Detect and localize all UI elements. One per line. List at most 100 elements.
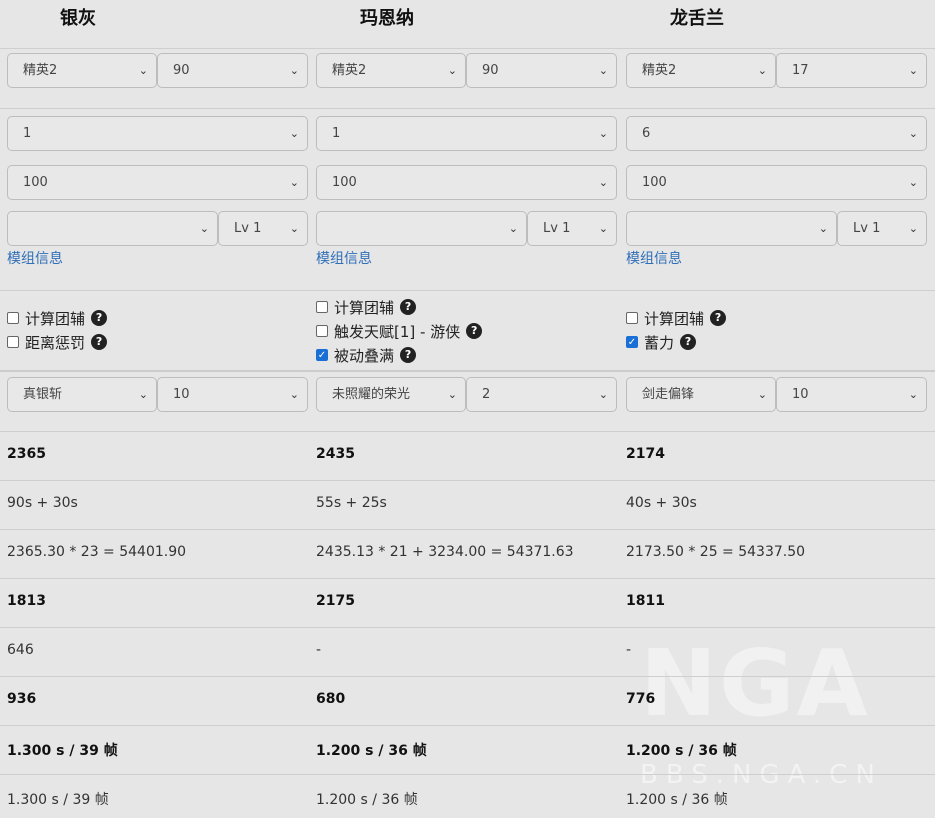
option-checkbox[interactable]: ✓ 被动叠满? (316, 344, 417, 366)
level-select-value: 90 (173, 63, 190, 78)
stat-value: 2173.50 * 25 = 54337.50 (626, 544, 806, 560)
checkbox[interactable] (626, 312, 638, 324)
chevron-down-icon: ⌄ (908, 176, 918, 189)
level-select[interactable]: 90 ⌄ (157, 53, 308, 88)
skill-level-select[interactable]: 10 ⌄ (157, 377, 308, 412)
stat-value: 2435 (316, 446, 355, 462)
checkbox[interactable]: ✓ (316, 349, 328, 361)
skill-level-select-value: 2 (482, 387, 491, 402)
chevron-down-icon: ⌄ (598, 127, 608, 140)
trust-select[interactable]: 100 ⌄ (7, 165, 308, 200)
elite-select-value: 精英2 (642, 63, 677, 78)
chevron-down-icon: ⌄ (447, 64, 457, 77)
checkbox[interactable] (316, 325, 328, 337)
trust-select[interactable]: 100 ⌄ (626, 165, 927, 200)
module-level-select-value: Lv 1 (234, 221, 262, 236)
module-info-link[interactable]: 模组信息 (316, 248, 372, 268)
skill-select[interactable]: 剑走偏锋 ⌄ (626, 377, 776, 412)
divider (0, 290, 935, 291)
help-icon[interactable]: ? (400, 347, 417, 363)
module-level-select[interactable]: Lv 1 ⌄ (218, 211, 308, 246)
module-select[interactable]: ⌄ (626, 211, 837, 246)
chevron-down-icon: ⌄ (908, 127, 918, 140)
skill-select[interactable]: 真银斩 ⌄ (7, 377, 157, 412)
operator-name: 银灰 (60, 8, 96, 29)
stat-value: 2174 (626, 446, 665, 462)
operator-name: 玛恩纳 (360, 8, 414, 29)
checkbox[interactable] (7, 312, 19, 324)
help-icon[interactable]: ? (91, 310, 108, 326)
option-label: 计算团辅 (334, 298, 395, 317)
operator-name: 龙舌兰 (670, 8, 724, 29)
stat-value: 2175 (316, 593, 355, 609)
option-checkbox[interactable]: 计算团辅? (7, 307, 108, 329)
stat-value: - (626, 642, 632, 658)
skill-level-select[interactable]: 10 ⌄ (776, 377, 927, 412)
skill-level-select[interactable]: 2 ⌄ (466, 377, 617, 412)
module-level-select[interactable]: Lv 1 ⌄ (837, 211, 927, 246)
module-select[interactable]: ⌄ (316, 211, 527, 246)
help-icon[interactable]: ? (400, 299, 417, 315)
checkbox[interactable]: ✓ (626, 336, 638, 348)
skill-level-select-value: 10 (173, 387, 190, 402)
help-icon[interactable]: ? (466, 323, 483, 339)
potential-select[interactable]: 1 ⌄ (7, 116, 308, 151)
help-icon[interactable]: ? (710, 310, 727, 326)
skill-select[interactable]: 未照耀的荣光 ⌄ (316, 377, 466, 412)
stat-value: 1811 (626, 593, 665, 609)
chevron-down-icon: ⌄ (138, 64, 148, 77)
module-level-select-value: Lv 1 (853, 221, 881, 236)
stat-value: 1.200 s / 36 帧 (316, 792, 418, 808)
stat-value: 40s + 30s (626, 495, 697, 511)
module-info-link[interactable]: 模组信息 (7, 248, 63, 268)
level-select-value: 90 (482, 63, 499, 78)
module-info-link[interactable]: 模组信息 (626, 248, 682, 268)
divider (0, 48, 935, 49)
checkbox[interactable] (316, 301, 328, 313)
trust-select-value: 100 (332, 175, 357, 190)
chevron-down-icon: ⌄ (818, 222, 828, 235)
elite-select[interactable]: 精英2 ⌄ (7, 53, 157, 88)
skill-level-select-value: 10 (792, 387, 809, 402)
chevron-down-icon: ⌄ (757, 64, 767, 77)
module-level-select[interactable]: Lv 1 ⌄ (527, 211, 617, 246)
trust-select[interactable]: 100 ⌄ (316, 165, 617, 200)
elite-select[interactable]: 精英2 ⌄ (626, 53, 776, 88)
module-level-select-value: Lv 1 (543, 221, 571, 236)
option-label: 计算团辅 (644, 309, 705, 328)
potential-select-value: 1 (332, 126, 341, 141)
divider (0, 480, 935, 481)
stat-value: 90s + 30s (7, 495, 78, 511)
checkbox[interactable] (7, 336, 19, 348)
option-checkbox[interactable]: 距离惩罚? (7, 331, 108, 353)
option-checkbox[interactable]: 计算团辅? (626, 307, 727, 329)
watermark-logo: NGA (640, 630, 870, 737)
stat-value: 55s + 25s (316, 495, 387, 511)
help-icon[interactable]: ? (91, 334, 108, 350)
chevron-down-icon: ⌄ (508, 222, 518, 235)
option-checkbox[interactable]: 触发天赋[1] - 游侠? (316, 320, 483, 342)
stat-value: 2365.30 * 23 = 54401.90 (7, 544, 187, 560)
option-checkbox[interactable]: ✓ 蓄力? (626, 331, 697, 353)
stat-value: 1.200 s / 36 帧 (626, 743, 737, 759)
stat-value: 1813 (7, 593, 46, 609)
potential-select-value: 6 (642, 126, 651, 141)
potential-select[interactable]: 6 ⌄ (626, 116, 927, 151)
option-checkbox[interactable]: 计算团辅? (316, 296, 417, 318)
level-select[interactable]: 90 ⌄ (466, 53, 617, 88)
elite-select-value: 精英2 (332, 63, 367, 78)
chevron-down-icon: ⌄ (598, 64, 608, 77)
module-select[interactable]: ⌄ (7, 211, 218, 246)
potential-select[interactable]: 1 ⌄ (316, 116, 617, 151)
chevron-down-icon: ⌄ (289, 127, 299, 140)
stat-value: 646 (7, 642, 34, 658)
elite-select[interactable]: 精英2 ⌄ (316, 53, 466, 88)
trust-select-value: 100 (23, 175, 48, 190)
help-icon[interactable]: ? (680, 334, 697, 350)
stat-value: 680 (316, 691, 346, 707)
chevron-down-icon: ⌄ (199, 222, 209, 235)
stat-value: - (316, 642, 322, 658)
level-select[interactable]: 17 ⌄ (776, 53, 927, 88)
stat-value: 1.200 s / 36 帧 (626, 792, 728, 808)
chevron-down-icon: ⌄ (598, 388, 608, 401)
